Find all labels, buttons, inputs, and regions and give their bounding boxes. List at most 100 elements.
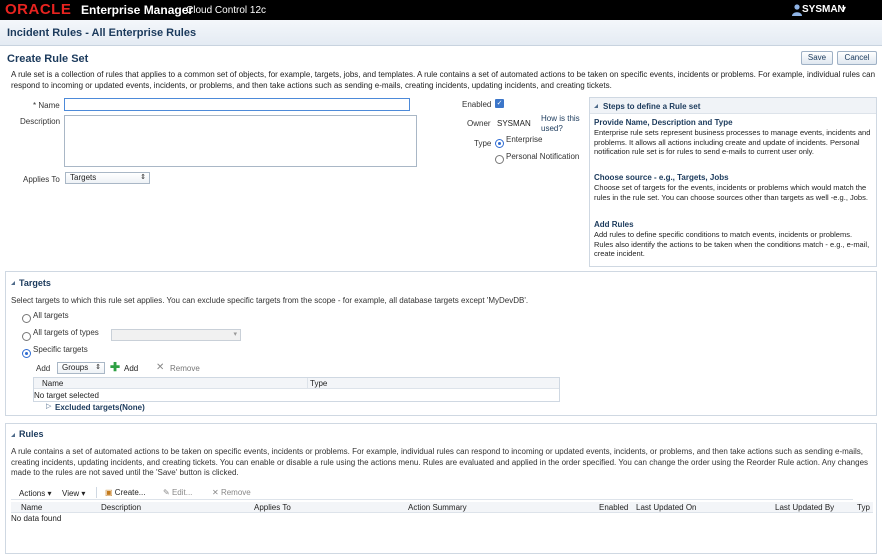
type-enterprise-radio[interactable] — [495, 139, 504, 148]
col-last-updated-on[interactable]: Last Updated On — [636, 503, 696, 512]
create-icon: ▣ — [105, 488, 113, 497]
user-name: SYSMAN — [802, 4, 845, 15]
col-description[interactable]: Description — [101, 503, 141, 512]
rules-toolbar: Actions ▾ View ▾ ▣ Create... ✎ Edit... ✕… — [11, 486, 853, 500]
type-label: Type — [474, 139, 492, 148]
type-personal-label: Personal Notification — [506, 152, 580, 161]
product-subtitle: Cloud Control 12c — [186, 5, 267, 16]
user-menu[interactable]: SYSMAN ▾ — [802, 4, 850, 16]
create-rule-button[interactable]: ▣ Create... — [105, 488, 145, 497]
edit-rule-button[interactable]: ✎ Edit... — [163, 488, 192, 497]
step-3-heading: Add Rules — [594, 220, 634, 229]
product-name: Enterprise Manager — [81, 3, 194, 17]
description-textarea[interactable] — [64, 115, 417, 167]
specific-targets-radio[interactable] — [22, 349, 31, 358]
description-label: Description — [20, 117, 61, 126]
remove-rule-label: Remove — [220, 488, 251, 497]
excluded-targets-label: Excluded targets(None) — [55, 403, 145, 412]
view-menu[interactable]: View ▾ — [62, 489, 85, 498]
create-rule-label: Create... — [114, 488, 146, 497]
add-label: Add — [36, 364, 51, 373]
step-2-text: Choose set of targets for the events, in… — [594, 183, 868, 202]
remove-rule-button[interactable]: ✕ Remove — [212, 488, 251, 497]
rules-panel: Rules A rule contains a set of automated… — [5, 423, 877, 554]
col-name[interactable]: Name — [21, 503, 42, 512]
step-1-heading: Provide Name, Description and Type — [594, 118, 733, 127]
steps-panel-header[interactable]: Steps to define a Rule set — [590, 98, 876, 114]
targets-panel: Targets Select targets to which this rul… — [5, 271, 877, 416]
view-menu-label: View — [62, 489, 80, 498]
all-targets-of-types-radio[interactable] — [22, 332, 31, 341]
remove-x-icon: ✕ — [212, 488, 219, 497]
all-targets-of-types-label: All targets of types — [33, 328, 99, 337]
collapse-triangle-icon — [594, 104, 598, 108]
chevron-down-icon: ▾ — [842, 4, 847, 13]
col-type[interactable]: Type — [310, 379, 327, 388]
col-type[interactable]: Typ — [857, 503, 870, 512]
owner-value: SYSMAN — [497, 119, 531, 128]
chevron-down-icon: ▾ — [79, 489, 86, 498]
enabled-checkbox[interactable]: ✓ — [495, 99, 504, 108]
chevron-updown-icon: ⇕ — [140, 174, 146, 181]
remove-target-label: Remove — [170, 364, 200, 373]
applies-to-value: Targets — [70, 173, 97, 182]
edit-rule-label: Edit... — [171, 488, 193, 497]
all-targets-radio[interactable] — [22, 314, 31, 323]
chevron-down-icon: ▾ — [233, 331, 237, 338]
top-bar: ORACLE Enterprise Manager Cloud Control … — [0, 0, 882, 20]
pencil-icon: ✎ — [163, 488, 170, 497]
page-title: Incident Rules - All Enterprise Rules — [7, 27, 197, 39]
user-icon — [792, 4, 802, 16]
owner-label: Owner — [467, 119, 491, 128]
rules-description: A rule contains a set of automated actio… — [11, 447, 869, 477]
toolbar-divider — [96, 487, 97, 498]
applies-to-select[interactable]: Targets ⇕ — [65, 172, 150, 184]
column-divider — [307, 378, 308, 389]
col-applies-to[interactable]: Applies To — [254, 503, 291, 512]
remove-target-button[interactable]: ✕ Remove — [156, 362, 206, 374]
groups-value: Groups — [62, 363, 89, 372]
steps-panel: Steps to define a Rule set Provide Name,… — [589, 97, 877, 267]
add-target-label: Add — [124, 364, 139, 373]
cancel-button[interactable]: Cancel — [837, 51, 877, 65]
rule-set-description: A rule set is a collection of rules that… — [11, 70, 876, 90]
col-last-updated-by[interactable]: Last Updated By — [775, 503, 834, 512]
targets-empty-text: No target selected — [34, 391, 99, 400]
actions-menu-label: Actions — [19, 489, 46, 498]
rules-title: Rules — [19, 429, 44, 439]
targets-table: Name Type No target selected — [33, 377, 560, 402]
steps-title: Steps to define a Rule set — [603, 102, 701, 111]
col-name[interactable]: Name — [42, 379, 63, 388]
enabled-label: Enabled — [462, 100, 492, 109]
how-is-this-used-link[interactable]: How is this used? — [541, 114, 581, 133]
groups-select[interactable]: Groups ⇕ — [57, 362, 105, 374]
expand-triangle-icon: ▷ — [46, 403, 52, 410]
form-title: Create Rule Set — [7, 53, 89, 65]
targets-table-header — [34, 378, 559, 389]
step-1-text: Enterprise rule sets represent business … — [594, 128, 871, 156]
col-action-summary[interactable]: Action Summary — [408, 503, 467, 512]
targets-description: Select targets to which this rule set ap… — [11, 296, 529, 305]
collapse-triangle-icon[interactable] — [11, 281, 15, 285]
step-2-heading: Choose source - e.g., Targets, Jobs — [594, 173, 729, 182]
type-personal-radio[interactable] — [495, 155, 504, 164]
name-input[interactable] — [64, 98, 410, 111]
all-targets-label: All targets — [33, 311, 69, 320]
collapse-triangle-icon[interactable] — [11, 433, 15, 437]
rules-empty-text: No data found — [11, 514, 62, 523]
step-3-text: Add rules to define specific conditions … — [594, 230, 870, 258]
type-enterprise-label: Enterprise — [506, 135, 543, 144]
col-enabled[interactable]: Enabled — [599, 503, 628, 512]
targets-title: Targets — [19, 278, 51, 288]
remove-x-icon: ✕ — [156, 362, 165, 373]
oracle-logo: ORACLE — [5, 1, 72, 18]
save-button[interactable]: Save — [801, 51, 833, 65]
excluded-targets-toggle[interactable]: ▷ Excluded targets(None) — [46, 402, 166, 413]
applies-to-label: Applies To — [23, 175, 60, 184]
actions-menu[interactable]: Actions ▾ — [19, 489, 51, 498]
target-types-select[interactable]: ▾ — [111, 329, 241, 341]
chevron-updown-icon: ⇕ — [95, 364, 101, 371]
add-target-button[interactable]: ✚ Add — [110, 360, 146, 374]
specific-targets-label: Specific targets — [33, 345, 88, 354]
plus-icon: ✚ — [110, 360, 121, 374]
